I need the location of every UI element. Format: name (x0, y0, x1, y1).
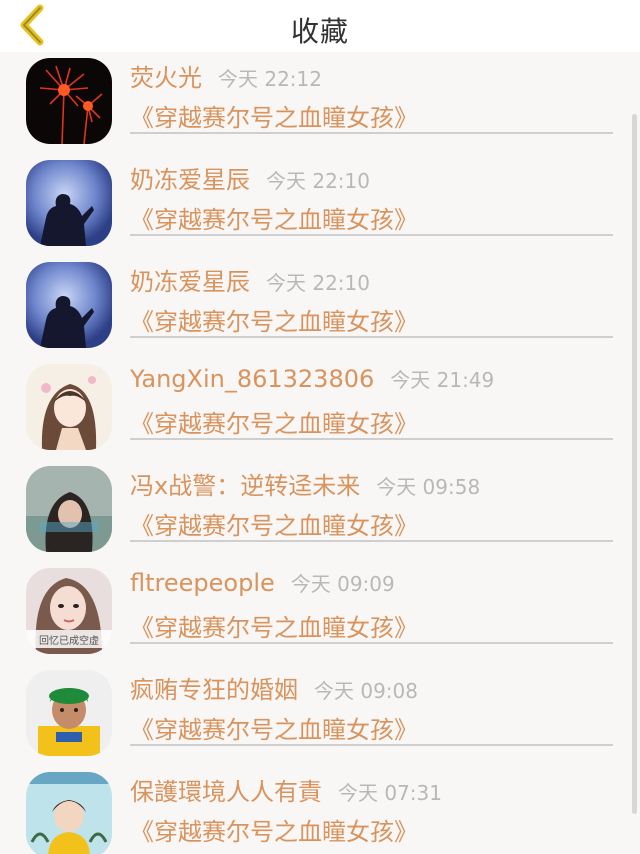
name-line: 疯贿专狂的婚姻 今天 09:08 (130, 670, 418, 705)
book-title-link[interactable]: 《穿越赛尔号之血瞳女孩》 (130, 812, 418, 847)
user-name[interactable]: fltreepeople (130, 569, 275, 597)
user-name[interactable]: 冯x战警：逆转迳未来 (130, 472, 360, 500)
name-line: 保護環境人人有責 今天 07:31 (130, 772, 442, 807)
timestamp: 今天 09:09 (290, 572, 395, 596)
list-item[interactable]: 疯贿专狂的婚姻 今天 09:08 《穿越赛尔号之血瞳女孩》 (0, 664, 640, 767)
list-item[interactable]: YangXin_861323806 今天 21:49 《穿越赛尔号之血瞳女孩》 (0, 358, 640, 461)
avatar-caption: 回忆已成空虚 (39, 636, 99, 647)
timestamp: 今天 09:58 (376, 475, 481, 499)
name-line: YangXin_861323806 今天 21:49 (130, 364, 494, 393)
page-title: 收藏 (290, 15, 349, 48)
user-name[interactable]: 保護環境人人有責 (130, 778, 322, 806)
list-item[interactable]: 保護環境人人有責 今天 07:31 《穿越赛尔号之血瞳女孩》 (0, 766, 640, 854)
list-item[interactable]: 奶冻爱星辰 今天 22:10 《穿越赛尔号之血瞳女孩》 (0, 256, 640, 359)
divider (130, 336, 613, 338)
scrollbar[interactable] (632, 114, 637, 814)
name-line: 荧火光 今天 22:12 (130, 58, 322, 93)
book-title-link[interactable]: 《穿越赛尔号之血瞳女孩》 (130, 200, 418, 235)
list-item[interactable]: 冯x战警：逆转迳未来 今天 09:58 《穿越赛尔号之血瞳女孩》 (0, 460, 640, 563)
avatar[interactable]: 回忆已成空虚 (26, 568, 112, 654)
book-title-link[interactable]: 《穿越赛尔号之血瞳女孩》 (130, 506, 418, 541)
divider (130, 744, 613, 746)
divider (130, 438, 613, 440)
book-title-link[interactable]: 《穿越赛尔号之血瞳女孩》 (130, 608, 418, 643)
user-name[interactable]: 荧火光 (130, 64, 202, 92)
name-line: 冯x战警：逆转迳未来 今天 09:58 (130, 466, 480, 501)
divider (130, 540, 613, 542)
avatar[interactable] (26, 160, 112, 246)
avatar[interactable] (26, 670, 112, 756)
name-line: 奶冻爱星辰 今天 22:10 (130, 262, 370, 297)
user-name[interactable]: 奶冻爱星辰 (130, 268, 250, 296)
avatar[interactable] (26, 466, 112, 552)
avatar[interactable] (26, 772, 112, 854)
divider (130, 642, 613, 644)
avatar[interactable] (26, 364, 112, 450)
favorites-list[interactable]: 荧火光 今天 22:12 《穿越赛尔号之血瞳女孩》 奶冻爱星辰 今天 22:10… (0, 52, 640, 854)
book-title-link[interactable]: 《穿越赛尔号之血瞳女孩》 (130, 98, 418, 133)
list-item[interactable]: 奶冻爱星辰 今天 22:10 《穿越赛尔号之血瞳女孩》 (0, 154, 640, 257)
name-line: 奶冻爱星辰 今天 22:10 (130, 160, 370, 195)
book-title-link[interactable]: 《穿越赛尔号之血瞳女孩》 (130, 302, 418, 337)
timestamp: 今天 22:12 (218, 67, 322, 91)
list-item[interactable]: 回忆已成空虚 fltreepeople 今天 09:09 《穿越赛尔号之血瞳女孩》 (0, 562, 640, 665)
timestamp: 今天 09:08 (314, 679, 418, 703)
navigation-bar: 收藏 (0, 0, 640, 52)
timestamp: 今天 21:49 (390, 368, 495, 392)
user-name[interactable]: YangXin_861323806 (130, 365, 374, 393)
divider (130, 132, 613, 134)
user-name[interactable]: 疯贿专狂的婚姻 (130, 676, 298, 704)
book-title-link[interactable]: 《穿越赛尔号之血瞳女孩》 (130, 710, 418, 745)
favorites-screen: 收藏 荧火光 今天 22:12 《穿越赛尔号之血瞳女孩》 奶冻爱星辰 今天 22… (0, 0, 640, 854)
user-name[interactable]: 奶冻爱星辰 (130, 166, 250, 194)
timestamp: 今天 22:10 (266, 169, 370, 193)
list-item[interactable]: 荧火光 今天 22:12 《穿越赛尔号之血瞳女孩》 (0, 52, 640, 155)
avatar[interactable] (26, 262, 112, 348)
timestamp: 今天 07:31 (338, 781, 442, 805)
timestamp: 今天 22:10 (266, 271, 370, 295)
book-title-link[interactable]: 《穿越赛尔号之血瞳女孩》 (130, 404, 418, 439)
avatar[interactable] (26, 58, 112, 144)
divider (130, 234, 613, 236)
name-line: fltreepeople 今天 09:09 (130, 568, 395, 597)
